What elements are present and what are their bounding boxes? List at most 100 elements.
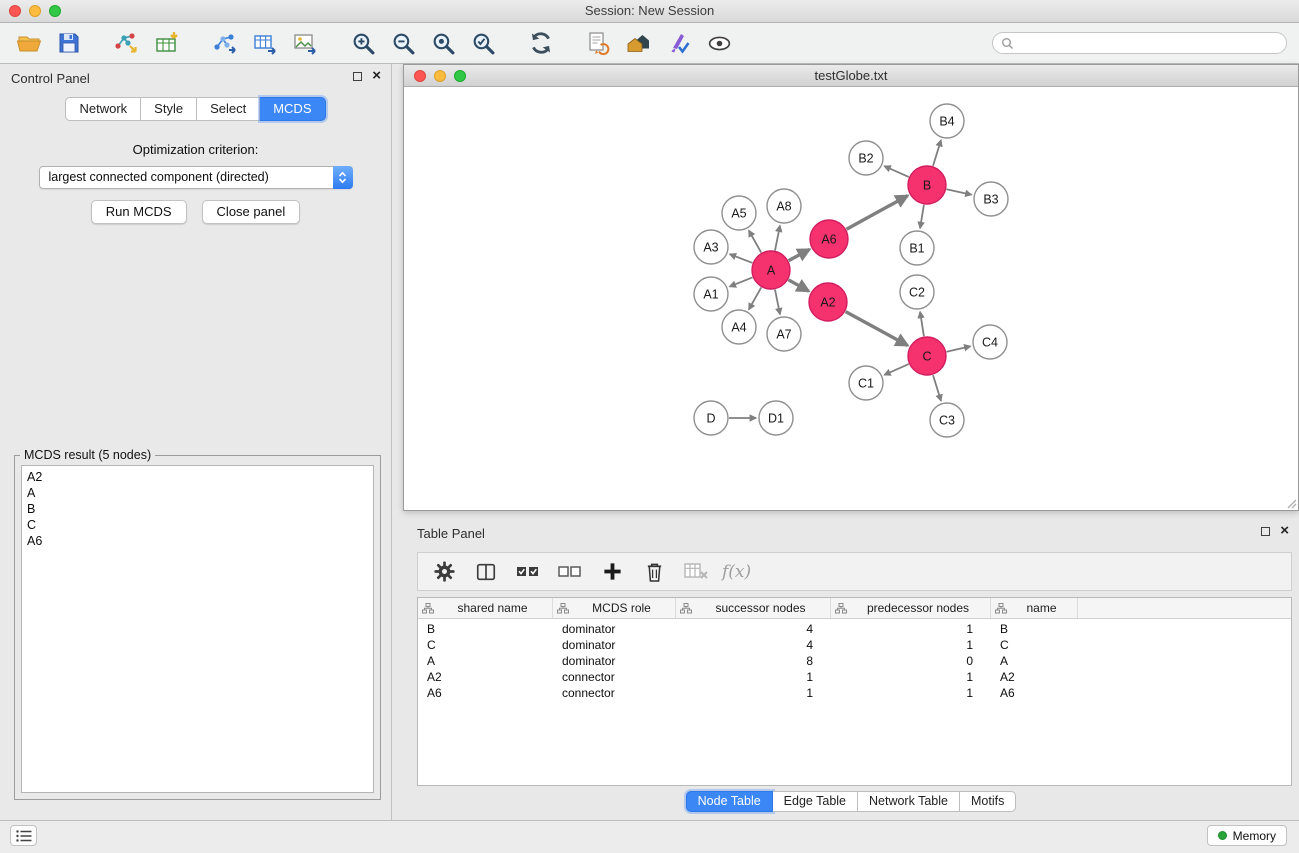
column-header[interactable]: predecessor nodes (831, 598, 991, 618)
graph-edge[interactable] (789, 249, 810, 260)
tab-edge-table[interactable]: Edge Table (773, 791, 858, 812)
network-canvas[interactable]: B4 B2 B B3 A5 A8 A6 A3 B1 A C2 A1 A2 A4 A7 C4 C C1 C3 D D1 (404, 88, 1298, 510)
result-item[interactable]: A2 (27, 469, 368, 485)
graph-edge[interactable] (730, 254, 753, 263)
column-header[interactable]: successor nodes (676, 598, 831, 618)
graph-node-A1[interactable]: A1 (694, 277, 728, 311)
graph-node-A5[interactable]: A5 (722, 196, 756, 230)
show-columns-button[interactable] (470, 556, 502, 588)
graph-node-A2[interactable]: A2 (809, 283, 847, 321)
graph-edge[interactable] (730, 277, 753, 286)
refresh-view-button[interactable] (524, 26, 558, 60)
add-column-button[interactable] (596, 556, 628, 588)
graph-node-C1[interactable]: C1 (849, 366, 883, 400)
mcds-result-list[interactable]: A2ABCA6 (21, 465, 374, 793)
export-image-button[interactable] (288, 26, 322, 60)
tab-node-table[interactable]: Node Table (686, 791, 773, 812)
criterion-dropdown[interactable]: largest connected component (directed) (39, 166, 353, 189)
result-item[interactable]: B (27, 501, 368, 517)
graph-edge[interactable] (847, 196, 908, 230)
graph-node-B3[interactable]: B3 (974, 182, 1008, 216)
import-network-button[interactable] (110, 26, 144, 60)
column-header[interactable]: MCDS role (553, 598, 676, 618)
houses-button[interactable] (622, 26, 656, 60)
graph-edge[interactable] (846, 312, 908, 346)
result-item[interactable]: C (27, 517, 368, 533)
table-row[interactable]: Adominator80A (418, 653, 1291, 669)
graph-edge[interactable] (788, 280, 808, 291)
graph-node-A6[interactable]: A6 (810, 220, 848, 258)
function-builder-button[interactable]: f(x) (722, 556, 751, 588)
graph-edge[interactable] (775, 226, 780, 251)
toolbar-search[interactable] (992, 32, 1287, 54)
table-row[interactable]: A6connector11A6 (418, 685, 1291, 701)
graph-node-C4[interactable]: C4 (973, 325, 1007, 359)
graph-edge[interactable] (947, 189, 972, 194)
column-header[interactable]: shared name (418, 598, 553, 618)
graph-edge[interactable] (920, 312, 924, 336)
graph-node-A7[interactable]: A7 (767, 317, 801, 351)
graph-node-C3[interactable]: C3 (930, 403, 964, 437)
graph-edge[interactable] (933, 140, 941, 166)
tab-style[interactable]: Style (141, 97, 197, 121)
graph-edge[interactable] (933, 375, 941, 401)
delete-column-button[interactable] (638, 556, 670, 588)
resize-grip-icon[interactable] (1285, 497, 1297, 509)
select-all-button[interactable] (512, 556, 544, 588)
graph-edge[interactable] (775, 290, 780, 315)
tab-select[interactable]: Select (197, 97, 260, 121)
document-sync-button[interactable] (582, 26, 616, 60)
graph-node-A4[interactable]: A4 (722, 310, 756, 344)
table-row[interactable]: Cdominator41C (418, 637, 1291, 653)
graph-node-B1[interactable]: B1 (900, 231, 934, 265)
table-row[interactable]: A2connector11A2 (418, 669, 1291, 685)
graph-edge[interactable] (749, 287, 761, 309)
graph-edge[interactable] (884, 166, 908, 177)
graph-edge[interactable] (920, 205, 924, 228)
close-table-panel-button[interactable]: × (1280, 526, 1289, 536)
node-table[interactable]: shared nameMCDS rolesuccessor nodesprede… (417, 597, 1292, 786)
show-hide-button[interactable] (702, 26, 736, 60)
run-mcds-button[interactable]: Run MCDS (91, 200, 187, 224)
graph-edge[interactable] (947, 346, 971, 351)
network-graph[interactable]: B4 B2 B B3 A5 A8 A6 A3 B1 A C2 A1 A2 A4 A7 C4 C C1 C3 D D1 (404, 88, 1298, 511)
network-window-titlebar[interactable]: testGlobe.txt (404, 65, 1298, 87)
result-item[interactable]: A (27, 485, 368, 501)
export-network-button[interactable] (208, 26, 242, 60)
save-session-button[interactable] (52, 26, 86, 60)
tab-mcds[interactable]: MCDS (260, 97, 325, 121)
table-settings-button[interactable] (428, 556, 460, 588)
graph-node-C[interactable]: C (908, 337, 946, 375)
tab-motifs[interactable]: Motifs (960, 791, 1016, 812)
import-table-button[interactable] (150, 26, 184, 60)
close-panel-action-button[interactable]: Close panel (202, 200, 301, 224)
graph-node-B[interactable]: B (908, 166, 946, 204)
delete-table-button[interactable] (680, 556, 712, 588)
graph-node-D1[interactable]: D1 (759, 401, 793, 435)
graph-node-D[interactable]: D (694, 401, 728, 435)
export-table-button[interactable] (248, 26, 282, 60)
result-item[interactable]: A6 (27, 533, 368, 549)
graph-edge[interactable] (749, 230, 761, 252)
graph-node-A8[interactable]: A8 (767, 189, 801, 223)
deselect-all-button[interactable] (554, 556, 586, 588)
graph-edge[interactable] (884, 364, 908, 375)
graph-node-A3[interactable]: A3 (694, 230, 728, 264)
memory-button[interactable]: Memory (1207, 825, 1287, 846)
float-table-panel-button[interactable] (1261, 527, 1270, 536)
open-session-button[interactable] (12, 26, 46, 60)
zoom-selected-button[interactable] (466, 26, 500, 60)
close-panel-button[interactable]: × (372, 71, 381, 81)
zoom-fit-button[interactable] (426, 26, 460, 60)
graph-node-B4[interactable]: B4 (930, 104, 964, 138)
float-panel-button[interactable] (353, 72, 362, 81)
style-validator-button[interactable] (662, 26, 696, 60)
search-input[interactable] (1019, 36, 1278, 50)
tab-network-table[interactable]: Network Table (858, 791, 960, 812)
task-history-button[interactable] (10, 825, 37, 846)
tab-network[interactable]: Network (65, 97, 141, 121)
column-header[interactable]: name (991, 598, 1078, 618)
graph-node-A[interactable]: A (752, 251, 790, 289)
graph-node-B2[interactable]: B2 (849, 141, 883, 175)
graph-node-C2[interactable]: C2 (900, 275, 934, 309)
